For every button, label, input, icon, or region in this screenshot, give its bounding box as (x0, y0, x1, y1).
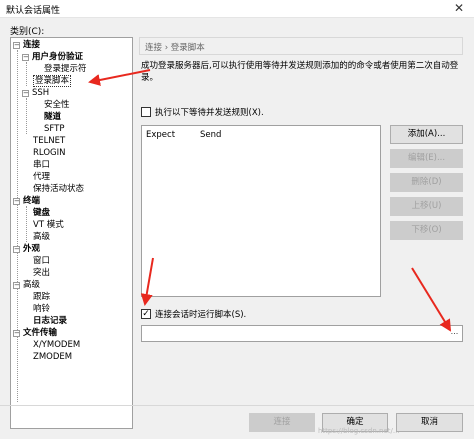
category-label: 类别(C): (10, 27, 45, 37)
tree-item-label: 突出 (33, 268, 51, 278)
tree-item-label: 登录提示符 (44, 64, 87, 74)
category-tree[interactable]: − 连接 − 用户身份验证 登录提示符 登录脚本 − SSH 安全性 隧道 SFTP … (10, 37, 133, 429)
tree-item-label: 串口 (33, 160, 51, 170)
tree-item-advanced[interactable]: − 高级 (13, 279, 40, 291)
tree-guide-line (26, 98, 27, 134)
add-button[interactable]: 添加(A)... (390, 125, 463, 144)
tree-item-label: 隧道 (44, 112, 62, 122)
move-up-button[interactable]: 上移(U) (390, 197, 463, 216)
collapse-icon[interactable]: − (22, 54, 29, 61)
collapse-icon[interactable]: − (13, 198, 20, 205)
tree-item-label: RLOGIN (33, 148, 66, 158)
tree-item-vt-mode[interactable]: VT 模式 (33, 219, 64, 231)
column-header-send[interactable]: Send (200, 130, 221, 140)
tree-item-logging[interactable]: 日志记录 (33, 315, 67, 327)
tree-item-connection[interactable]: − 连接 (13, 39, 40, 51)
collapse-icon[interactable]: − (22, 90, 29, 97)
tree-item-terminal[interactable]: − 终端 (13, 195, 40, 207)
tree-item-label: ZMODEM (33, 352, 73, 362)
collapse-icon[interactable]: − (13, 246, 20, 253)
tree-item-label: 登录脚本 (33, 75, 72, 87)
footer-divider (0, 405, 474, 406)
tree-item-highlight[interactable]: 突出 (33, 267, 50, 279)
execute-rules-label: 执行以下等待并发送规则(X). (155, 108, 264, 118)
tree-item-label: 代理 (33, 172, 51, 182)
edit-button[interactable]: 编辑(E)... (390, 149, 463, 168)
window-title: 默认会话属性 (6, 6, 61, 16)
tree-item-label: TELNET (33, 136, 66, 146)
description-text: 成功登录服务器后,可以执行使用等待并发送规则添加的的命令或者使用第二次自动登录。 (141, 61, 459, 83)
tree-item-label: 键盘 (33, 208, 51, 218)
tree-item-tunnels[interactable]: 隧道 (44, 111, 61, 123)
rules-table[interactable]: Expect Send (141, 125, 381, 297)
tree-item-label: 外观 (23, 244, 41, 254)
delete-button[interactable]: 删除(D) (390, 173, 463, 192)
tree-item-trace[interactable]: 跟踪 (33, 291, 50, 303)
tree-item-ssh[interactable]: − SSH (22, 87, 49, 99)
tree-item-label: X/YMODEM (33, 340, 81, 350)
tree-item-login-script[interactable]: 登录脚本 (33, 75, 72, 87)
close-icon[interactable]: ✕ (444, 0, 474, 18)
tree-item-label: 跟踪 (33, 292, 51, 302)
tree-guide-line (26, 62, 27, 86)
tree-item-security[interactable]: 安全性 (44, 99, 70, 111)
run-script-checkbox[interactable]: ✓ (141, 309, 151, 319)
tree-item-label: 高级 (33, 232, 51, 242)
browse-button[interactable]: ... (449, 328, 460, 339)
tree-item-label: SSH (32, 88, 50, 98)
tree-item-label: 文件传输 (23, 328, 58, 338)
tree-item-sftp[interactable]: SFTP (44, 123, 64, 135)
tree-item-label: 连接 (23, 40, 41, 50)
tree-item-login-prompts[interactable]: 登录提示符 (44, 63, 87, 75)
tree-guide-line (26, 206, 27, 242)
breadcrumb: 连接 › 登录脚本 (145, 43, 205, 53)
tree-item-xymodem[interactable]: X/YMODEM (33, 339, 80, 351)
tree-item-label: 安全性 (44, 100, 70, 110)
tree-item-label: 高级 (23, 280, 41, 290)
tree-item-label: 终端 (23, 196, 41, 206)
connect-button[interactable]: 连接 (249, 413, 315, 432)
cancel-button[interactable]: 取消 (396, 413, 463, 432)
tree-item-zmodem[interactable]: ZMODEM (33, 351, 72, 363)
tree-item-serial[interactable]: 串口 (33, 159, 50, 171)
tree-guide-line (17, 50, 18, 402)
collapse-icon[interactable]: − (13, 282, 20, 289)
tree-item-proxy[interactable]: 代理 (33, 171, 50, 183)
title-bar: 默认会话属性 ✕ (0, 0, 474, 18)
move-down-button[interactable]: 下移(O) (390, 221, 463, 240)
tree-item-window[interactable]: 窗口 (33, 255, 50, 267)
tree-item-appearance[interactable]: − 外观 (13, 243, 40, 255)
breadcrumb-bar: 连接 › 登录脚本 (139, 37, 463, 55)
run-script-label: 连接会话时运行脚本(S). (155, 310, 247, 320)
tree-item-label: 窗口 (33, 256, 51, 266)
tree-item-terminal-advanced[interactable]: 高级 (33, 231, 50, 243)
tree-item-telnet[interactable]: TELNET (33, 135, 65, 147)
tree-item-rlogin[interactable]: RLOGIN (33, 147, 65, 159)
script-path-input[interactable]: ... (141, 325, 463, 342)
tree-item-keyboard[interactable]: 键盘 (33, 207, 50, 219)
tree-item-file-transfer[interactable]: − 文件传输 (13, 327, 57, 339)
collapse-icon[interactable]: − (13, 42, 20, 49)
tree-item-label: 保持活动状态 (33, 184, 85, 194)
tree-item-label: 响铃 (33, 304, 51, 314)
execute-rules-checkbox[interactable] (141, 107, 151, 117)
tree-item-user-auth[interactable]: − 用户身份验证 (22, 51, 83, 63)
tree-item-label: 日志记录 (33, 316, 68, 326)
tree-item-bell[interactable]: 响铃 (33, 303, 50, 315)
collapse-icon[interactable]: − (13, 330, 20, 337)
tree-item-keep-alive[interactable]: 保持活动状态 (33, 183, 84, 195)
watermark: https://blog.csdn.net/... (318, 427, 400, 435)
arrow-to-browse (411, 267, 452, 332)
tree-item-label: VT 模式 (33, 220, 64, 230)
column-header-expect[interactable]: Expect (146, 130, 175, 140)
tree-item-label: 用户身份验证 (32, 52, 84, 62)
tree-item-label: SFTP (44, 124, 65, 134)
